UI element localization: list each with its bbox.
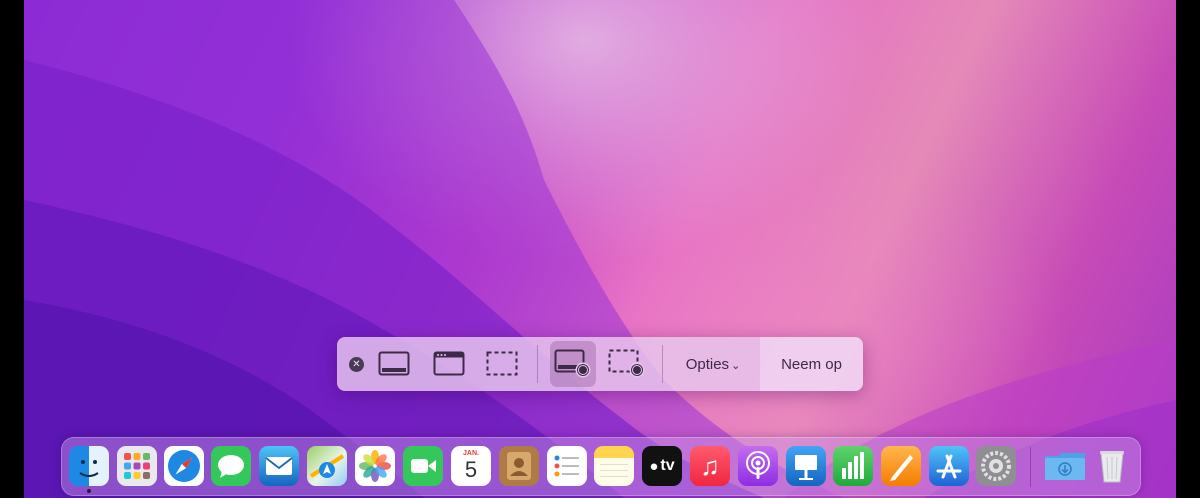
take-recording-button[interactable]: Neem op [760,337,863,391]
finder-icon[interactable] [69,446,109,486]
music-icon[interactable]: ♫ [690,446,730,486]
options-label: Opties [685,355,730,373]
maps-icon[interactable] [307,446,347,486]
capture-window-button[interactable] [426,341,472,387]
app-store-icon[interactable] [929,446,969,486]
record-selection-icon [608,349,645,378]
dock: JAN. 5 ● tv ♫ [61,437,1141,496]
safari-icon[interactable] [164,446,204,486]
wallpaper-waves [24,0,1176,498]
trash-icon[interactable] [1092,446,1132,486]
window-icon [433,351,465,376]
calendar-day: 5 [464,457,478,482]
running-indicator [87,489,91,493]
chevron-down-icon: ⌄ [731,360,741,372]
contacts-icon[interactable] [499,446,539,486]
record-screen-icon [554,349,591,378]
capture-entire-screen-button[interactable] [371,341,417,387]
record-entire-screen-button[interactable] [550,341,596,387]
launchpad-icon[interactable] [117,446,157,486]
dock-separator [1030,447,1031,487]
system-preferences-icon[interactable] [976,446,1016,486]
photos-icon[interactable] [355,446,395,486]
capture-selection-button[interactable] [479,341,525,387]
selection-icon [486,351,518,376]
toolbar-separator [662,345,663,383]
numbers-icon[interactable] [833,446,873,486]
keynote-icon[interactable] [786,446,826,486]
desktop-wallpaper [24,0,1176,498]
record-selection-button[interactable] [604,341,650,387]
notes-icon[interactable] [594,446,634,486]
entire-screen-icon [378,351,410,376]
close-icon[interactable]: ✕ [349,357,364,372]
messages-icon[interactable] [211,446,251,486]
apple-tv-label: tv [660,457,675,474]
pages-icon[interactable] [881,446,921,486]
mail-icon[interactable] [259,446,299,486]
downloads-folder-icon[interactable] [1043,446,1087,486]
toolbar-separator [537,345,538,383]
apple-tv-icon[interactable]: ● tv [642,446,682,486]
options-menu-button[interactable]: Opties ⌄ [667,337,759,391]
calendar-icon[interactable]: JAN. 5 [451,446,491,486]
reminders-icon[interactable] [547,446,587,486]
screenshot-toolbar: ✕ Opties ⌄ Neem op [337,337,863,391]
take-recording-label: Neem op [781,355,842,373]
facetime-icon[interactable] [403,446,443,486]
podcasts-icon[interactable] [738,446,778,486]
